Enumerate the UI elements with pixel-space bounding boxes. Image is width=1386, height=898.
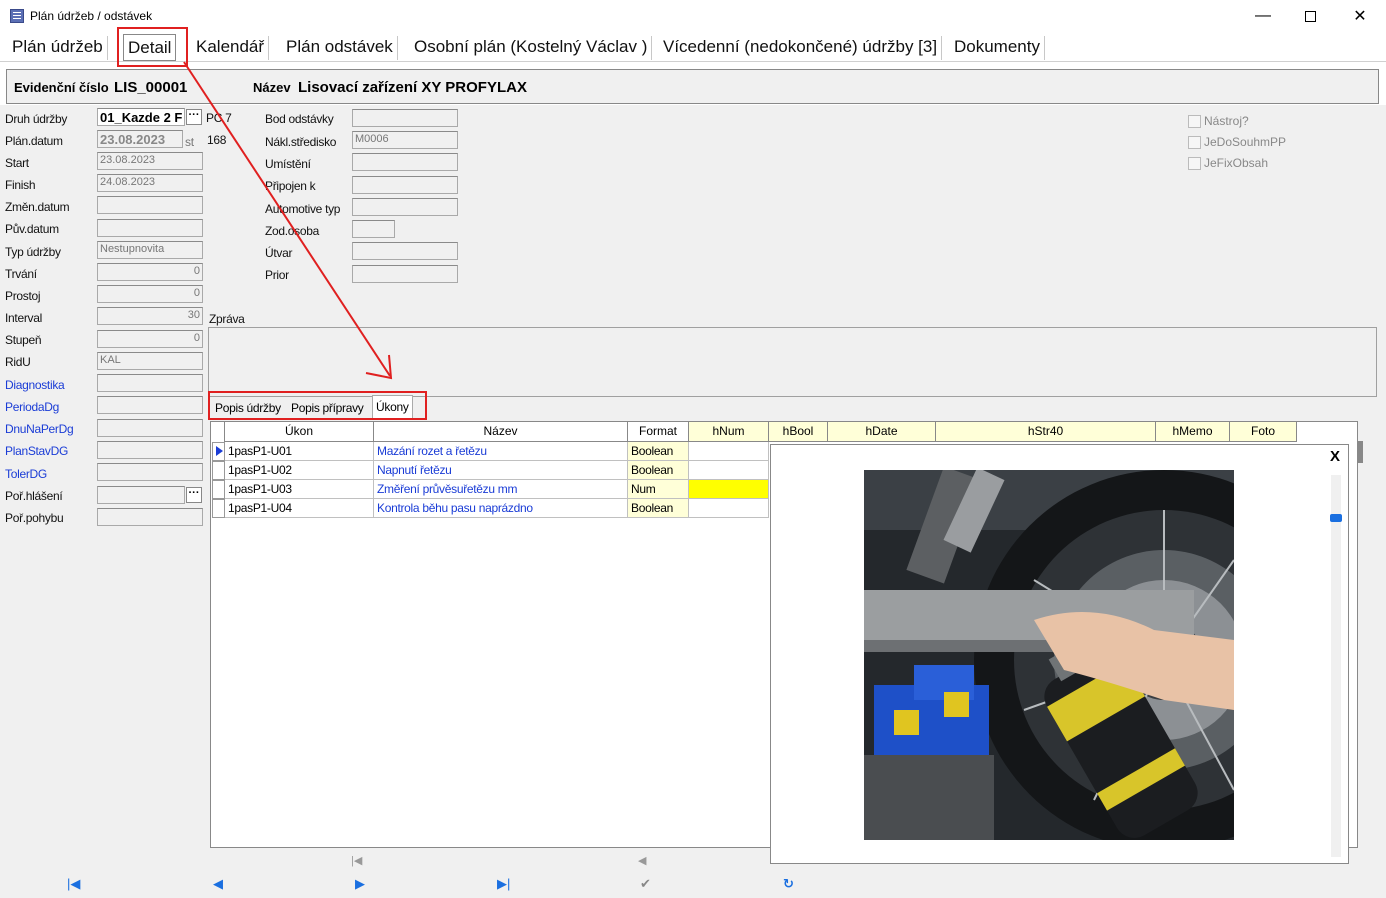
annotation-arrow: [183, 61, 393, 380]
